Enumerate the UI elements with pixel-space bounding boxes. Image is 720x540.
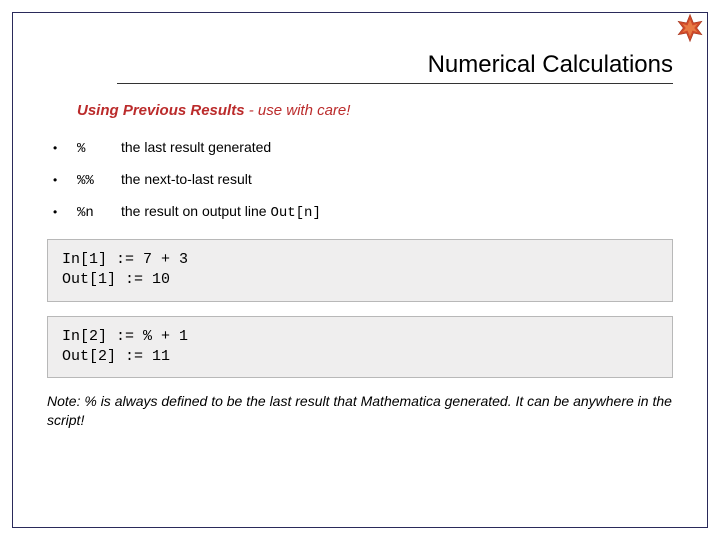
section-subheading: Using Previous Results - use with care!: [77, 102, 673, 119]
slide-header: Numerical Calculations: [47, 51, 673, 84]
bullet-symbol: %n: [77, 205, 121, 221]
bullet-list: • % the last result generated • %% the n…: [53, 139, 673, 221]
bullet-symbol: %: [77, 141, 121, 157]
subhead-rest: - use with care!: [245, 102, 351, 119]
bullet-dot: •: [53, 141, 77, 155]
list-item: • %n the result on output line Out[n]: [53, 203, 673, 221]
bullet-desc: the last result generated: [121, 139, 271, 157]
bullet-desc: the next-to-last result: [121, 171, 252, 189]
list-item: • %% the next-to-last result: [53, 171, 673, 189]
mathematica-logo-icon: [673, 11, 707, 45]
slide-note: Note: % is always defined to be the last…: [47, 392, 673, 430]
list-item: • % the last result generated: [53, 139, 673, 157]
bullet-symbol: %%: [77, 173, 121, 189]
subhead-strong: Using Previous Results: [77, 102, 245, 119]
code-block-1: In[1] := 7 + 3 Out[1] := 10: [47, 239, 673, 302]
bullet-dot: •: [53, 173, 77, 187]
page-title: Numerical Calculations: [117, 51, 673, 84]
code-block-2: In[2] := % + 1 Out[2] := 11: [47, 316, 673, 379]
bullet-desc: the result on output line Out[n]: [121, 203, 321, 221]
slide-frame: Numerical Calculations Using Previous Re…: [12, 12, 708, 528]
bullet-dot: •: [53, 205, 77, 219]
